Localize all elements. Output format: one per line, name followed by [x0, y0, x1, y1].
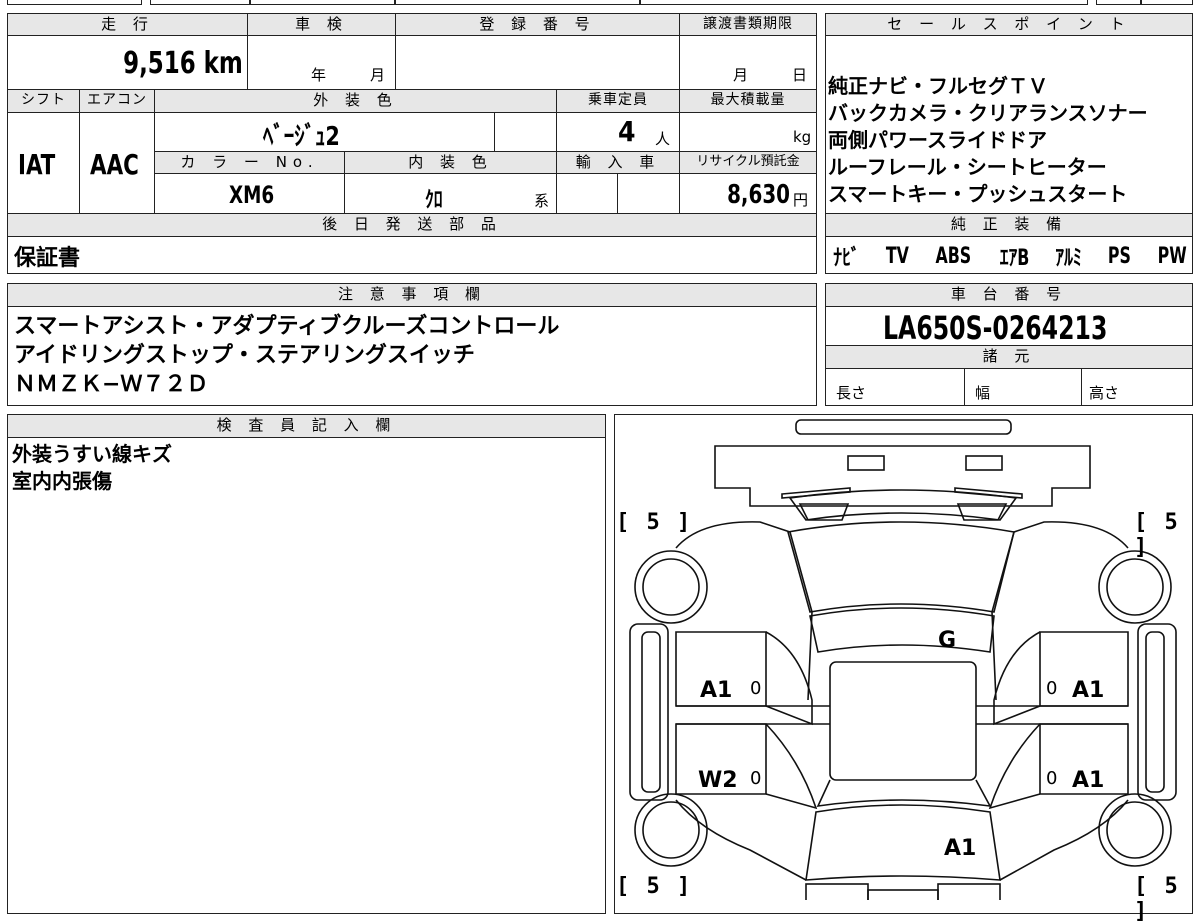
inspector-line: 外装うすい線キズ	[12, 442, 172, 466]
note-line: ＮＭＺＫ−Ｗ７２Ｄ	[14, 372, 209, 397]
top-strip-cell	[7, 0, 142, 5]
door-mark-rear-left: 0	[750, 768, 762, 789]
sales-point-line: 純正ナビ・フルセグＴＶ	[828, 74, 1048, 98]
damage-rear-roof: A1	[944, 836, 977, 861]
shift-value: IAT	[18, 148, 56, 181]
inspection-year-unit: 年	[311, 66, 327, 84]
mileage-value: 9,516 km	[123, 46, 243, 81]
sales-point-line: バックカメラ・クリアランスソナー	[828, 101, 1148, 125]
header-exterior-color: 外 装 色	[154, 89, 557, 113]
sales-point-line: ルーフレール・シートヒーター	[828, 155, 1107, 179]
header-later-parts: 後 日 発 送 部 品	[7, 213, 817, 237]
damage-front-right-door: A1	[1072, 678, 1105, 703]
header-inspector: 検 査 員 記 入 欄	[7, 414, 606, 438]
top-strip-cell	[250, 0, 395, 5]
car-outline-diagram	[629, 419, 1177, 900]
later-parts-value: 保証書	[14, 246, 81, 271]
top-strip-cell	[150, 0, 250, 5]
damage-rear-right-door: A1	[1072, 768, 1105, 793]
recycle-fee-unit: 円	[793, 191, 809, 209]
color-no-value: XM6	[229, 181, 275, 209]
tire-tread-front-right: [ 5 ]	[1134, 510, 1180, 560]
door-mark-front-left: 0	[750, 678, 762, 699]
factory-equipment-list: ﾅﾋﾞ TV ABS ｴｱB ｱﾙﾐ PS PW	[830, 239, 1190, 273]
spec-length-label: 長さ	[836, 384, 867, 402]
top-strip-cell	[640, 0, 1088, 5]
chassis-number: LA650S-0264213	[883, 309, 1108, 347]
note-line: アイドリングストップ・ステアリングスイッチ	[14, 343, 475, 368]
recycle-fee-value: 8,630	[727, 180, 790, 210]
header-sales-points: セ ー ル ス ポ イ ン ト	[825, 13, 1193, 36]
equipment-item: ABS	[935, 243, 972, 269]
max-load-unit: kg	[793, 128, 812, 146]
inspector-list: 外装うすい線キズ 室内内張傷	[12, 441, 172, 495]
header-color-no: カ ラ ー No.	[154, 151, 345, 174]
exterior-color-value: ﾍﾞｰｼﾞｭ2	[263, 122, 340, 152]
tire-tread-front-left: [ 5 ]	[616, 510, 693, 535]
header-mileage: 走 行	[7, 13, 248, 36]
equipment-item: PS	[1108, 243, 1132, 269]
top-strip-cell	[395, 0, 640, 5]
header-inspection: 車 検	[247, 13, 396, 36]
equipment-item: ｴｱB	[999, 246, 1029, 271]
header-recycle: リサイクル預託金	[679, 151, 817, 174]
transfer-day-unit: 日	[792, 66, 808, 84]
header-registration: 登 録 番 号	[395, 13, 680, 36]
header-transfer-deadline: 譲渡書類期限	[679, 13, 817, 36]
damage-front-left-door: A1	[700, 678, 733, 703]
spec-width-label: 幅	[975, 384, 991, 402]
sales-points-list: 純正ナビ・フルセグＴＶ バックカメラ・クリアランスソナー 両側パワースライドドア…	[828, 73, 1192, 208]
transfer-month-unit: 月	[733, 66, 749, 84]
tire-tread-rear-left: [ 5 ]	[616, 874, 693, 899]
interior-color-value: ｸﾛ	[425, 188, 443, 213]
header-chassis: 車 台 番 号	[825, 283, 1193, 307]
header-max-load: 最大積載量	[679, 89, 817, 113]
header-notes: 注 意 事 項 欄	[7, 283, 817, 307]
header-capacity: 乗車定員	[556, 89, 680, 113]
equipment-item: PW	[1157, 243, 1187, 269]
header-spec: 諸 元	[825, 345, 1193, 369]
damage-rear-left-door: W2	[698, 768, 738, 793]
sales-point-line: 両側パワースライドドア	[828, 128, 1047, 152]
aircon-value: AAC	[90, 148, 139, 181]
interior-color-suffix: 系	[534, 192, 550, 210]
header-factory-equipment: 純 正 装 備	[825, 213, 1193, 237]
note-line: スマートアシスト・アダプティブクルーズコントロール	[14, 314, 560, 339]
equipment-item: TV	[885, 243, 909, 269]
sales-point-line: スマートキー・プッシュスタート	[828, 182, 1128, 206]
equipment-item: ｱﾙﾐ	[1055, 246, 1083, 271]
door-mark-front-right: 0	[1046, 678, 1058, 699]
header-shift: シフト	[7, 89, 80, 113]
top-strip-cell	[1141, 0, 1193, 5]
inspection-month-unit: 月	[370, 66, 386, 84]
damage-windshield: G	[938, 628, 957, 653]
capacity-unit: 人	[655, 130, 671, 148]
top-strip-cell	[1096, 0, 1141, 5]
notes-list: スマートアシスト・アダプティブクルーズコントロール アイドリングストップ・ステア…	[14, 312, 559, 399]
inspector-line: 室内内張傷	[12, 469, 112, 493]
header-aircon: エアコン	[79, 89, 155, 113]
door-mark-rear-right: 0	[1046, 768, 1058, 789]
tire-tread-rear-right: [ 5 ]	[1134, 874, 1180, 924]
capacity-value: 4	[618, 115, 636, 148]
header-import: 輸 入 車	[556, 151, 680, 174]
header-interior-color: 内 装 色	[344, 151, 557, 174]
equipment-item: ﾅﾋﾞ	[833, 246, 860, 271]
spec-height-label: 高さ	[1089, 384, 1120, 402]
